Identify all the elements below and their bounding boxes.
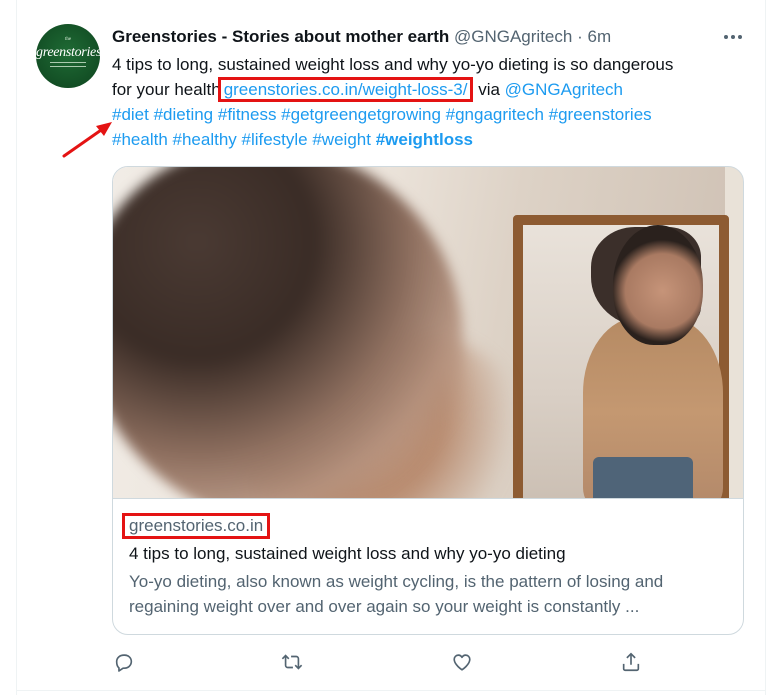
more-button[interactable] — [722, 26, 744, 48]
avatar-logo-text: the — [64, 37, 72, 42]
divider — [16, 690, 766, 691]
hashtags-line: #health #healthy #lifestyle #weight #wei… — [112, 127, 752, 152]
share-button[interactable] — [619, 650, 643, 674]
card-meta[interactable]: greenstories.co.in 4 tips to long, susta… — [113, 498, 743, 634]
author-name[interactable]: Greenstories - Stories about mother eart… — [112, 27, 449, 46]
more-dots-icon — [724, 35, 742, 39]
tweet-text-line: 4 tips to long, sustained weight loss an… — [112, 55, 674, 74]
avatar-logo-word: greenstories — [36, 45, 100, 60]
annotation-arrow-icon — [62, 122, 112, 158]
author-handle[interactable]: @GNGAgritech — [454, 27, 572, 46]
card-domain-highlight: greenstories.co.in — [122, 513, 271, 539]
retweet-icon — [281, 654, 303, 670]
avatar-logo-rule — [50, 62, 86, 63]
via-handle-link[interactable]: @GNGAgritech — [505, 80, 623, 99]
card-domain: greenstories.co.in — [122, 513, 271, 539]
card-image[interactable] — [113, 167, 743, 498]
avatar[interactable]: the greenstories — [36, 24, 100, 88]
timestamp[interactable]: 6m — [587, 27, 611, 46]
hashtag-weightloss-link[interactable]: #weightloss — [376, 130, 473, 149]
reply-button[interactable] — [112, 650, 136, 674]
tweet-actions — [112, 650, 752, 674]
tweet-text: 4 tips to long, sustained weight loss an… — [112, 52, 752, 152]
reply-icon — [115, 654, 133, 672]
avatar-logo-rule — [50, 66, 86, 67]
photo-foreground-blur — [113, 167, 463, 498]
hashtags-line[interactable]: #diet #dieting #fitness #getgreengetgrow… — [112, 102, 752, 127]
photo-figure-jeans — [593, 457, 693, 498]
article-url-link[interactable]: greenstories.co.in/weight-loss-3/ — [217, 77, 474, 102]
link-preview-card[interactable]: greenstories.co.in 4 tips to long, susta… — [112, 166, 744, 635]
tweet-text-line: for your health greenstories.co.in/weight… — [112, 77, 752, 102]
photo-figure-head — [613, 225, 703, 345]
like-button[interactable] — [450, 650, 474, 674]
card-title[interactable]: 4 tips to long, sustained weight loss an… — [129, 543, 566, 565]
tweet-text-fragment: for your health — [112, 80, 221, 99]
card-description: Yo-yo dieting, also known as weight cycl… — [129, 572, 664, 616]
share-icon — [622, 652, 640, 672]
hashtags-link[interactable]: #health #healthy #lifestyle #weight — [112, 130, 376, 149]
via-text: via — [473, 80, 505, 99]
separator-dot: · — [577, 27, 583, 46]
like-icon — [453, 654, 471, 671]
retweet-button[interactable] — [280, 650, 304, 674]
tweet-header: Greenstories - Stories about mother eart… — [112, 27, 611, 47]
